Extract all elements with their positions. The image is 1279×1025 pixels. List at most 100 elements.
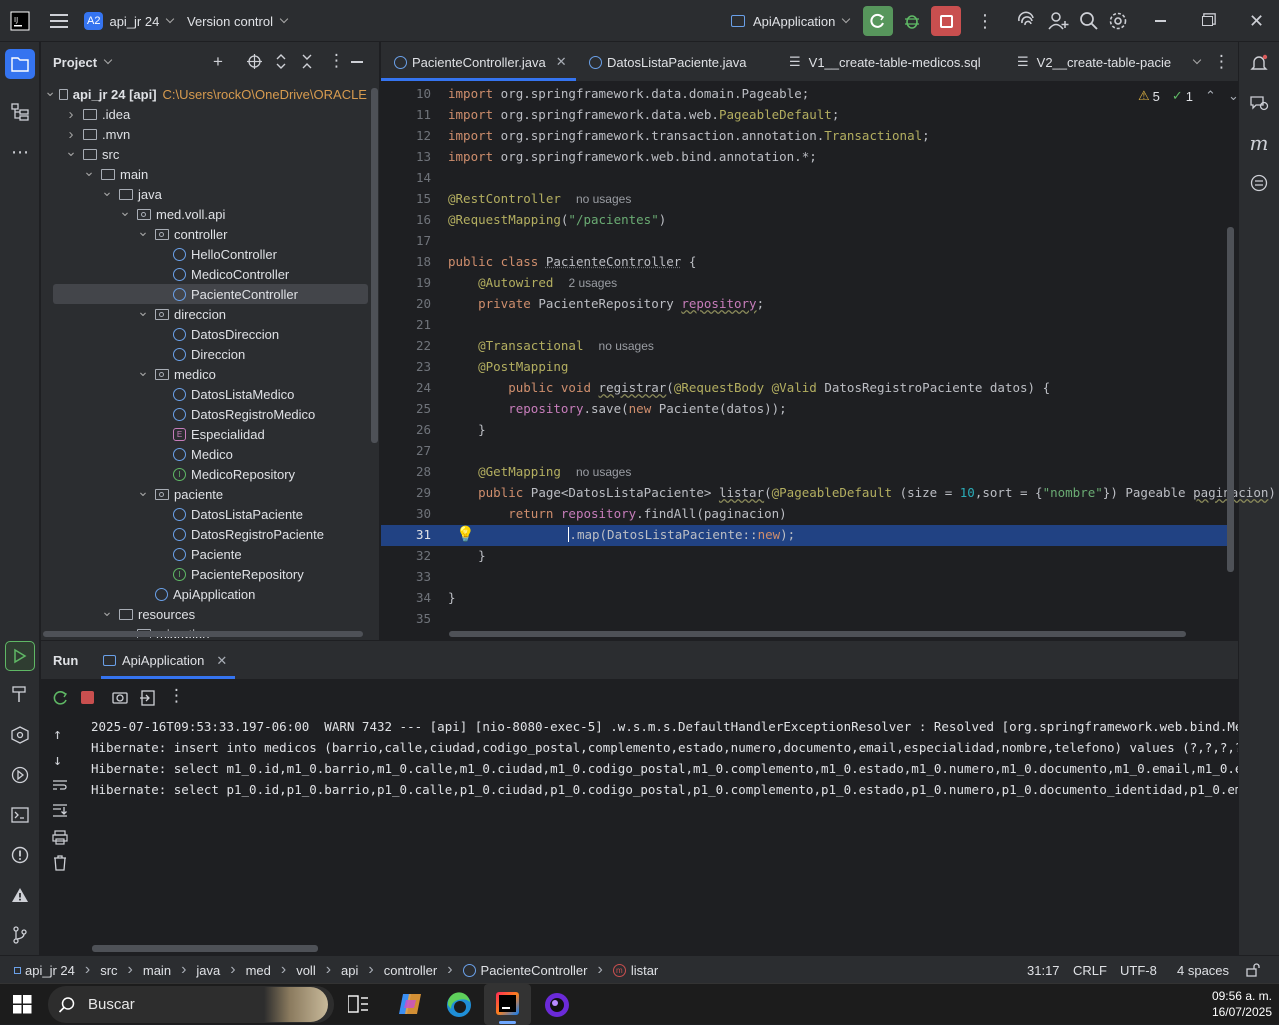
- chevron-down-icon[interactable]: ⌄: [101, 603, 113, 620]
- line-number[interactable]: 28: [381, 464, 431, 479]
- tab-v1-create-table-medicos[interactable]: ☰ V1__create-table-medicos.sql: [789, 42, 981, 82]
- tree-item[interactable]: DatosListaMedico: [41, 384, 371, 404]
- ai-chat-icon[interactable]: [1247, 91, 1271, 115]
- chevron-right-icon[interactable]: ›: [65, 106, 77, 123]
- clock[interactable]: 09:56 a. m. 16/07/2025: [1190, 988, 1272, 1020]
- breadcrumb-item[interactable]: med: [246, 963, 271, 978]
- console-output[interactable]: ↑ ↓ 2025-07-16T09:53:33.197-06:00 WARN 7…: [41, 715, 1238, 955]
- usages-hint[interactable]: 2 usages: [568, 276, 617, 290]
- tree-item[interactable]: ⌄ paciente: [41, 483, 371, 504]
- add-user-icon[interactable]: [1048, 0, 1070, 42]
- inspection-widget[interactable]: ⚠ 5 ✓ 1 ⌃ ⌄: [1138, 88, 1239, 104]
- structure-tool-icon[interactable]: [8, 100, 32, 124]
- build-hammer-icon[interactable]: [8, 682, 32, 706]
- run-tab-apiapplication[interactable]: ApiApplication ✕: [103, 641, 227, 680]
- code-editor[interactable]: 10 11 12 13 14 15 16 17 18 19 20 21 22 23 24 25 26 27 28 29…: [381, 82, 1276, 640]
- line-number[interactable]: 35: [381, 611, 431, 626]
- app-orb-icon[interactable]: [543, 991, 571, 1022]
- main-menu-icon[interactable]: [50, 0, 68, 42]
- indent-setting[interactable]: 4 spaces: [1177, 956, 1229, 984]
- chevron-down-icon[interactable]: ⌄: [119, 203, 131, 220]
- collapse-all-icon[interactable]: [302, 54, 312, 72]
- tab-datoslistapaciente[interactable]: DatosListaPaciente.java: [589, 42, 746, 82]
- stop-icon[interactable]: [81, 691, 94, 704]
- tab-v2-create-table-pacientes[interactable]: ☰ V2__create-table-pacie: [1017, 42, 1172, 82]
- line-number[interactable]: 10: [381, 86, 431, 101]
- line-number[interactable]: 21: [381, 317, 431, 332]
- project-tool-icon[interactable]: [5, 49, 35, 79]
- database-icon[interactable]: [1247, 171, 1271, 195]
- breadcrumb-item[interactable]: api_jr 24: [25, 963, 75, 978]
- close-window-icon[interactable]: ✕: [1249, 0, 1264, 42]
- tabs-dropdown[interactable]: [1186, 42, 1202, 82]
- breadcrumb-item[interactable]: listar: [631, 963, 658, 978]
- copilot-icon[interactable]: [397, 992, 423, 1019]
- terminal-icon[interactable]: [8, 803, 32, 827]
- tree-item[interactable]: Medico: [41, 444, 371, 464]
- version-control-menu[interactable]: Version control: [187, 0, 289, 42]
- line-number[interactable]: 30: [381, 506, 431, 521]
- chevron-down-icon[interactable]: ⌄: [65, 143, 77, 160]
- lightbulb-icon[interactable]: 💡: [456, 525, 475, 543]
- tree-item[interactable]: MedicoController: [41, 264, 371, 284]
- hide-panel-icon[interactable]: [351, 61, 363, 63]
- tree-item[interactable]: ⌄ medico: [41, 363, 371, 384]
- options-icon[interactable]: ⋮: [328, 51, 345, 71]
- line-number[interactable]: 23: [381, 359, 431, 374]
- line-number[interactable]: 14: [381, 170, 431, 185]
- breadcrumb-item[interactable]: main: [143, 963, 171, 978]
- locate-target-icon[interactable]: [247, 54, 262, 72]
- problems-icon[interactable]: [8, 843, 32, 867]
- tree-item[interactable]: › .idea: [41, 104, 371, 124]
- ai-assistant-icon[interactable]: [1016, 0, 1038, 42]
- expand-all-icon[interactable]: [276, 54, 286, 72]
- line-number[interactable]: 11: [381, 107, 431, 122]
- run-config-selector[interactable]: ApiApplication: [731, 0, 851, 42]
- line-number[interactable]: 29: [381, 485, 431, 500]
- line-number[interactable]: 24: [381, 380, 431, 395]
- tree-item[interactable]: I PacienteRepository: [41, 564, 371, 584]
- tree-item[interactable]: DatosListaPaciente: [41, 504, 371, 524]
- line-separator[interactable]: CRLF: [1073, 956, 1107, 984]
- rerun-icon[interactable]: [53, 690, 69, 709]
- line-number[interactable]: 26: [381, 422, 431, 437]
- warning-triangle-icon[interactable]: [8, 883, 32, 907]
- chevron-right-icon[interactable]: ›: [65, 126, 77, 143]
- breadcrumb-item[interactable]: src: [100, 963, 117, 978]
- line-number[interactable]: 17: [381, 233, 431, 248]
- tree-item[interactable]: E Especialidad: [41, 424, 371, 444]
- tree-item[interactable]: ⌄ resources: [41, 603, 371, 624]
- more-actions-icon[interactable]: ⋮: [976, 0, 994, 42]
- chevron-down-icon[interactable]: ⌄: [137, 223, 149, 240]
- line-number[interactable]: 13: [381, 149, 431, 164]
- stop-button[interactable]: [931, 0, 961, 42]
- lock-open-icon[interactable]: [1246, 963, 1260, 980]
- console-hscrollbar[interactable]: [92, 945, 318, 952]
- line-number[interactable]: 15: [381, 191, 431, 206]
- breadcrumb-item[interactable]: api: [341, 963, 358, 978]
- services-icon[interactable]: [8, 723, 32, 747]
- usages-hint[interactable]: no usages: [599, 339, 654, 353]
- line-number[interactable]: 34: [381, 590, 431, 605]
- editor-vscrollbar[interactable]: [1227, 227, 1234, 572]
- tree-item[interactable]: ⌄ main: [41, 163, 371, 184]
- windows-start-icon[interactable]: [13, 995, 32, 1017]
- run-tool-icon[interactable]: [5, 641, 35, 671]
- chevron-down-icon[interactable]: ⌄: [137, 363, 149, 380]
- camera-icon[interactable]: [112, 690, 128, 708]
- edge-browser-icon[interactable]: [446, 992, 472, 1021]
- prev-highlight-icon[interactable]: ⌃: [1205, 88, 1216, 104]
- run-panel-title[interactable]: Run: [53, 641, 78, 680]
- tree-item[interactable]: I MedicoRepository: [41, 464, 371, 484]
- tree-scrollbar[interactable]: [371, 88, 378, 443]
- project-selector[interactable]: A2 api_jr 24: [84, 0, 175, 42]
- caret-position[interactable]: 31:17: [1027, 956, 1060, 984]
- tree-item[interactable]: PacienteController: [53, 284, 368, 304]
- breadcrumb-item[interactable]: voll: [296, 963, 316, 978]
- debug-tool-icon[interactable]: [8, 763, 32, 787]
- chevron-down-icon[interactable]: ⌄: [101, 183, 113, 200]
- settings-gear-icon[interactable]: [1108, 0, 1128, 42]
- rerun-button[interactable]: [863, 0, 893, 42]
- chevron-down-icon[interactable]: ⌄: [137, 303, 149, 320]
- line-number[interactable]: 31: [381, 527, 431, 542]
